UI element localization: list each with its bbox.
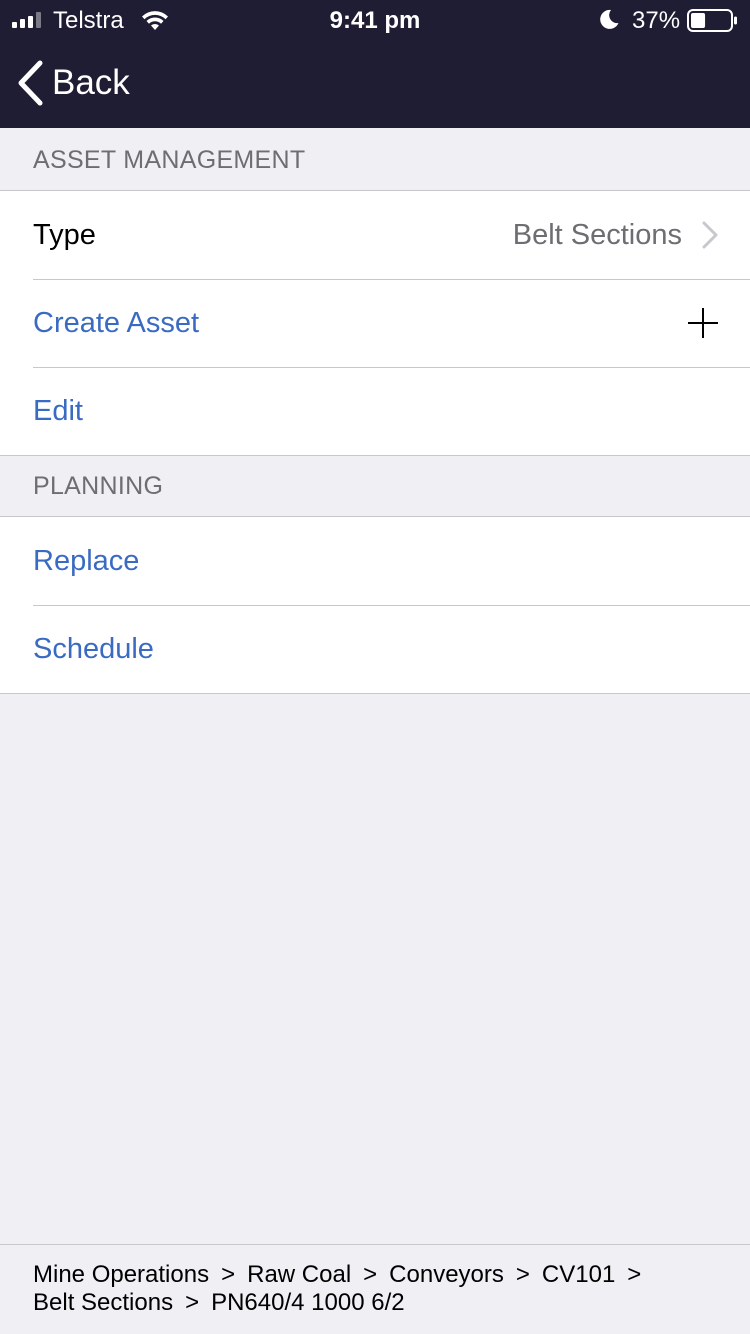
plus-icon	[688, 308, 718, 338]
planning-group: Replace Schedule	[0, 516, 750, 694]
breadcrumb-line-1: Mine Operations > Raw Coal > Conveyors > CV101…	[33, 1261, 717, 1289]
chevron-right-icon	[702, 221, 718, 249]
top-bar: Telstra 9:41 pm 37% Back	[0, 0, 750, 128]
asset-management-group: Type Belt Sections Create Asset Edit	[0, 190, 750, 456]
type-value: Belt Sections	[512, 218, 682, 251]
edit-label: Edit	[33, 394, 83, 427]
schedule-label: Schedule	[33, 632, 154, 665]
breadcrumb-item[interactable]: Belt Sections	[33, 1289, 173, 1316]
breadcrumb-separator: >	[627, 1261, 642, 1288]
breadcrumb-separator: >	[363, 1261, 378, 1288]
battery-percent: 37%	[632, 7, 681, 34]
type-row[interactable]: Type Belt Sections	[0, 191, 750, 279]
create-asset-label: Create Asset	[33, 306, 200, 339]
replace-label: Replace	[33, 544, 140, 577]
breadcrumb-item[interactable]: Raw Coal	[247, 1261, 351, 1288]
breadcrumb-separator: >	[185, 1289, 200, 1316]
back-button[interactable]: Back	[16, 60, 130, 106]
breadcrumb-separator: >	[515, 1261, 530, 1288]
screen: Telstra 9:41 pm 37% Back ASSET MANAGEMEN…	[0, 0, 750, 1334]
status-bar: Telstra 9:41 pm 37%	[0, 0, 750, 40]
create-asset-row[interactable]: Create Asset	[0, 279, 750, 367]
breadcrumb-item[interactable]: CV101	[542, 1261, 615, 1288]
back-label: Back	[52, 63, 130, 102]
edit-row[interactable]: Edit	[0, 367, 750, 455]
battery-icon	[687, 9, 737, 32]
chevron-left-icon	[18, 60, 43, 106]
breadcrumb-item-current: PN640/4 1000 6/2	[211, 1289, 405, 1316]
section-header-asset-management: ASSET MANAGEMENT	[33, 146, 306, 174]
breadcrumb-item[interactable]: Conveyors	[389, 1261, 504, 1288]
moon-icon	[600, 9, 619, 29]
schedule-row[interactable]: Schedule	[0, 605, 750, 693]
breadcrumb-item[interactable]: Mine Operations	[33, 1261, 209, 1288]
breadcrumb-line-2: Belt Sections > PN640/4 1000 6/2	[33, 1289, 717, 1317]
breadcrumb-separator: >	[221, 1261, 236, 1288]
type-label: Type	[33, 218, 96, 251]
breadcrumb: Mine Operations > Raw Coal > Conveyors > CV101…	[0, 1244, 750, 1334]
replace-row[interactable]: Replace	[0, 517, 750, 605]
section-header-planning: PLANNING	[33, 472, 164, 500]
